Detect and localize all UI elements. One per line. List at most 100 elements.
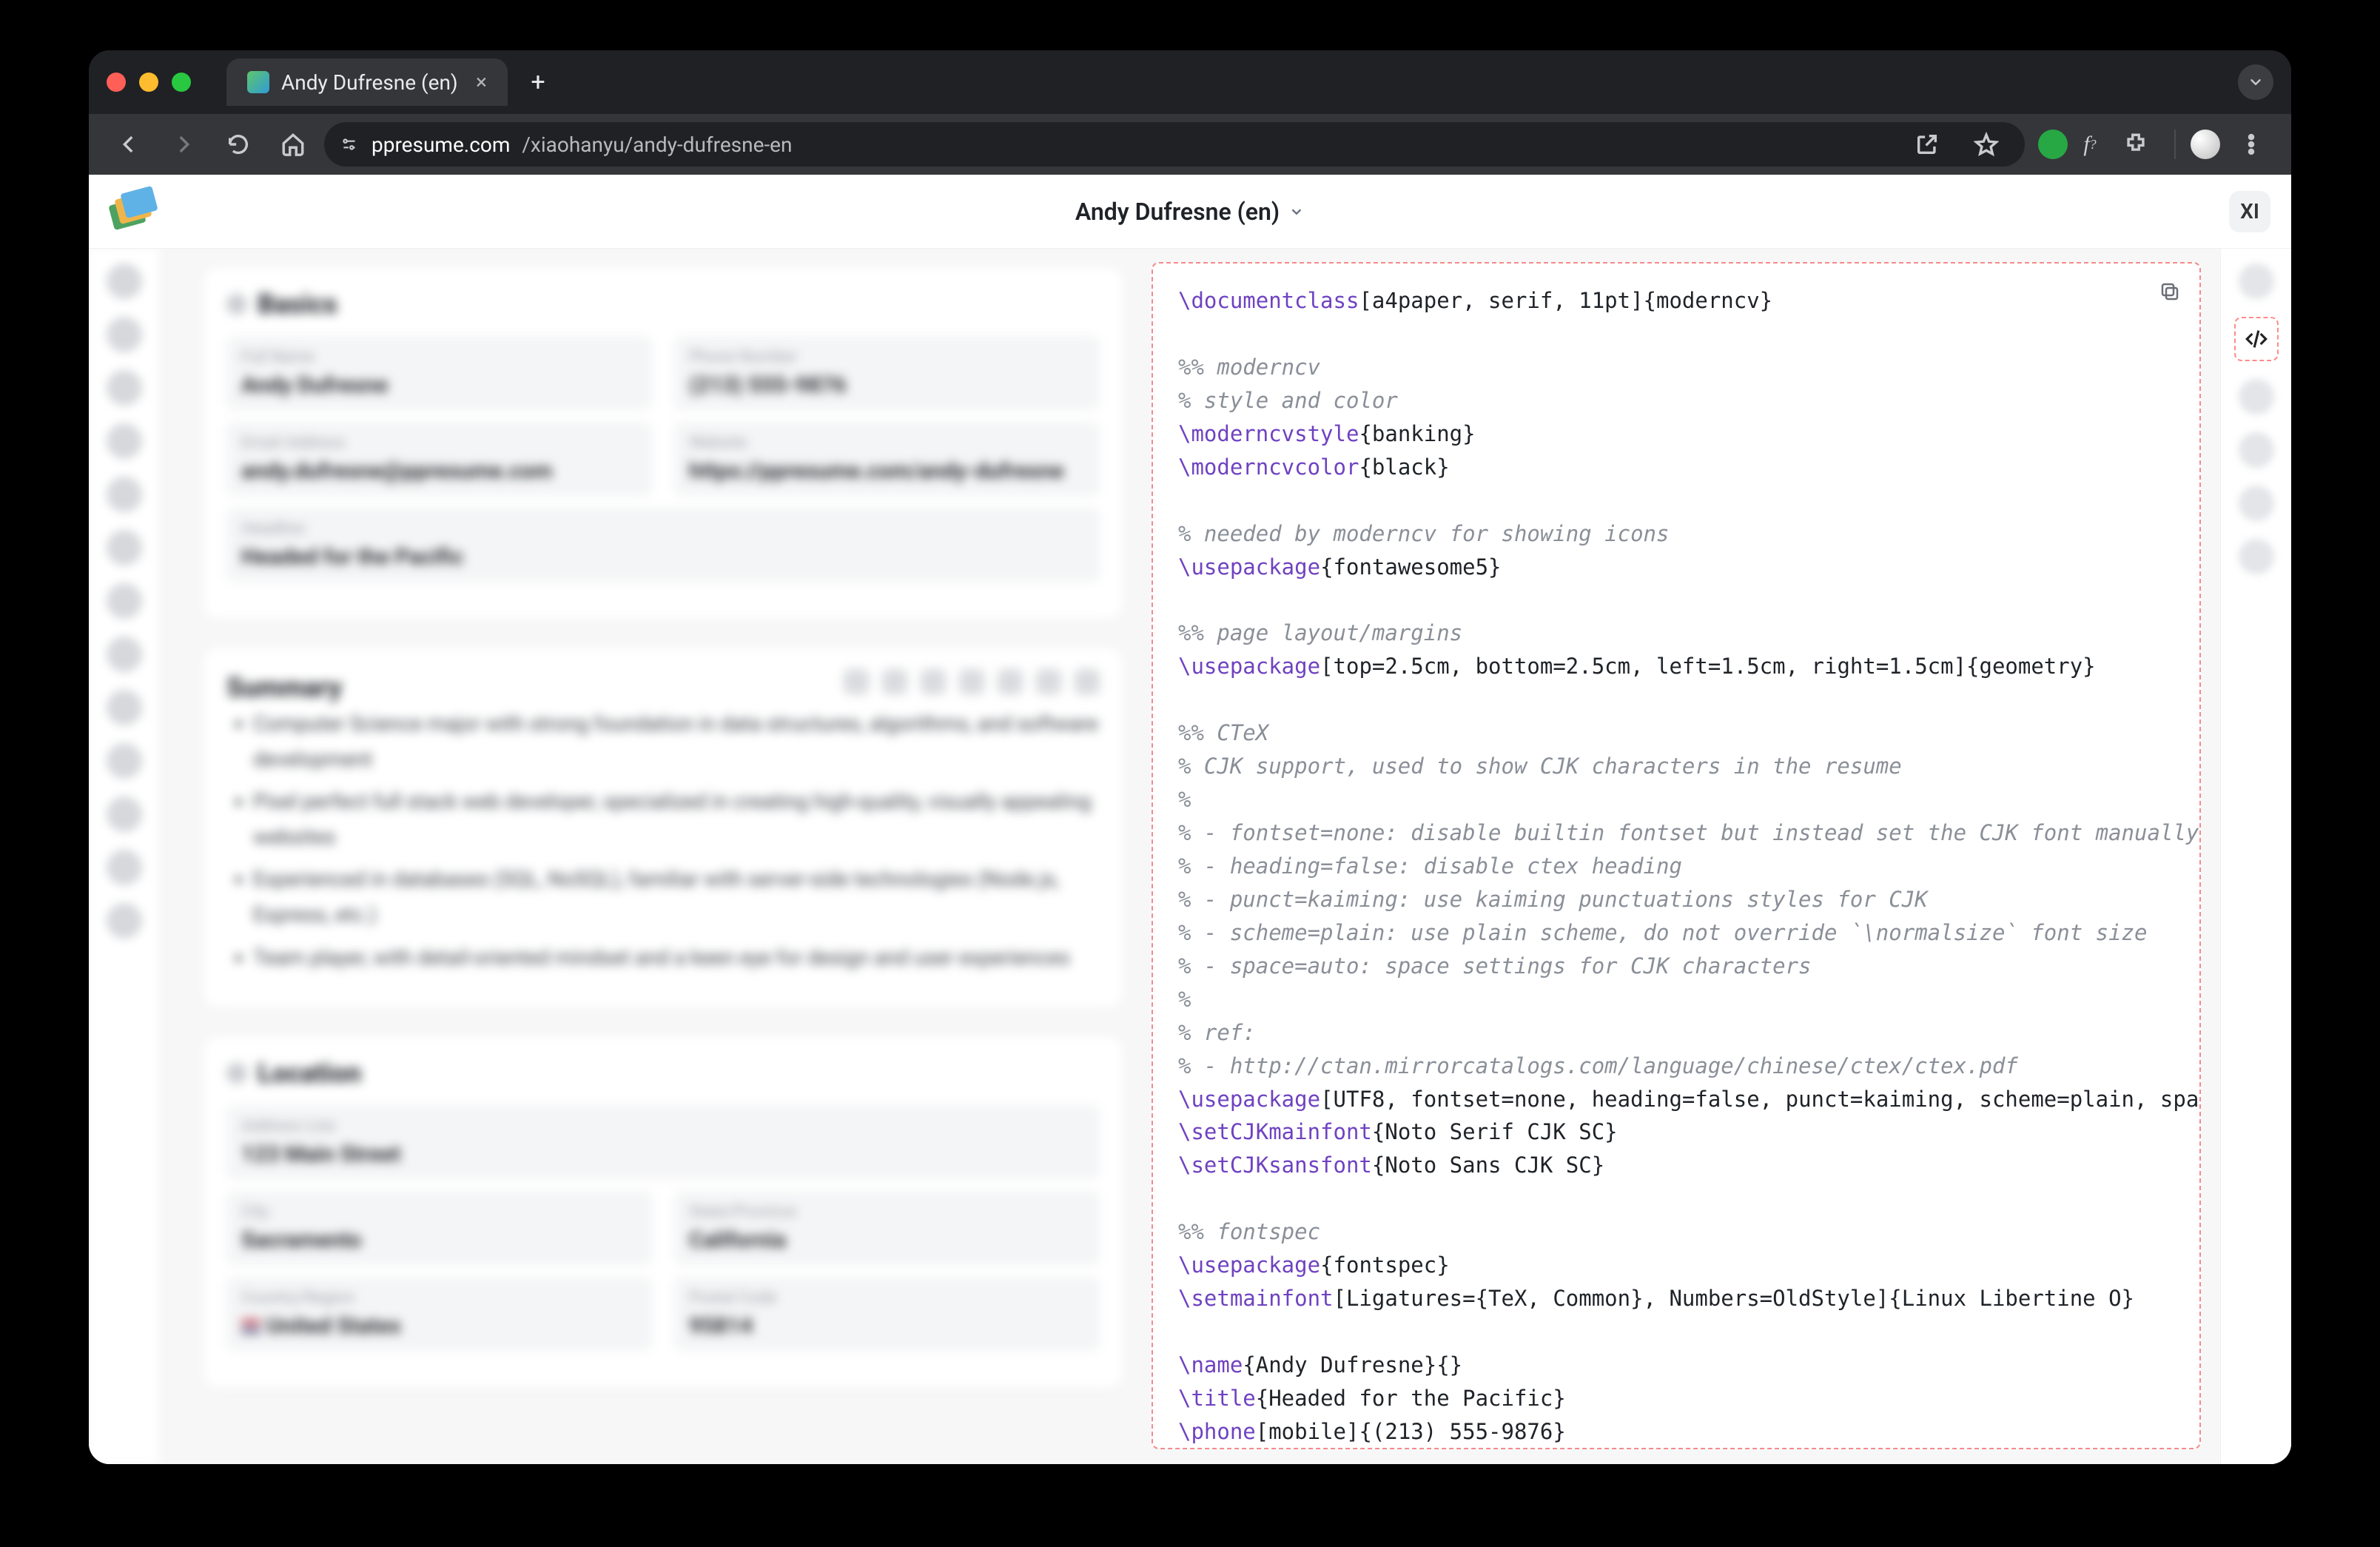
state-field[interactable]: State/Province California xyxy=(674,1191,1100,1265)
field-value: andy.dufresne@ppresume.com xyxy=(241,458,637,484)
tab-overflow-button[interactable] xyxy=(2238,64,2273,100)
city-field[interactable]: City Sacramento xyxy=(226,1191,652,1265)
extension-badge-2[interactable]: f? xyxy=(2075,130,2105,159)
window-controls xyxy=(107,73,191,92)
nav-item[interactable] xyxy=(2239,264,2274,299)
nav-item[interactable] xyxy=(107,583,142,619)
bold-icon[interactable] xyxy=(844,669,869,694)
field-value: https://ppresume.com/andy-dufresne xyxy=(689,458,1085,484)
field-label: Address Line xyxy=(241,1117,1085,1135)
nav-item[interactable] xyxy=(2239,539,2274,574)
headline-field[interactable]: Headline Headed for the Pacific xyxy=(226,508,1100,582)
nav-item[interactable] xyxy=(107,530,142,566)
document-title-dropdown[interactable]: Andy Dufresne (en) xyxy=(1075,198,1305,226)
pin-icon xyxy=(226,1063,247,1084)
nav-item[interactable] xyxy=(107,423,142,459)
summary-heading: Summary xyxy=(226,672,342,703)
user-badge[interactable]: XI xyxy=(2229,191,2270,232)
app-logo[interactable] xyxy=(110,191,151,232)
summary-list[interactable]: Computer Science major with strong found… xyxy=(226,706,1100,975)
postal-field[interactable]: Postal Code 95814 xyxy=(674,1277,1100,1351)
field-label: Website xyxy=(689,434,1085,452)
bookmark-icon[interactable] xyxy=(1963,121,2010,168)
site-settings-icon[interactable] xyxy=(339,134,360,155)
summary-item: Computer Science major with strong found… xyxy=(253,706,1100,776)
app-header: Andy Dufresne (en) XI xyxy=(89,175,2291,249)
close-window-button[interactable] xyxy=(107,73,126,92)
strike-icon[interactable] xyxy=(959,669,984,694)
field-value: 123 Main Street xyxy=(241,1141,1085,1167)
nav-item[interactable] xyxy=(107,264,142,299)
phone-field[interactable]: Phone Number (213) 555-9876 xyxy=(674,336,1100,410)
field-label: Country/Region xyxy=(241,1289,637,1307)
full-name-field[interactable]: Full Name Andy Dufresne xyxy=(226,336,652,410)
new-tab-button[interactable]: + xyxy=(521,65,555,99)
browser-window: Andy Dufresne (en) × + ppresume.com/xiao… xyxy=(89,50,2291,1464)
extension-badge-1[interactable] xyxy=(2038,130,2068,159)
website-field[interactable]: Website https://ppresume.com/andy-dufres… xyxy=(674,422,1100,496)
summary-toolbar xyxy=(844,669,1100,694)
right-nav xyxy=(2220,249,2291,1464)
kebab-menu-icon[interactable] xyxy=(2228,121,2275,168)
back-button[interactable] xyxy=(105,121,152,168)
email-field[interactable]: Email Address andy.dufresne@ppresume.com xyxy=(226,422,652,496)
browser-tab[interactable]: Andy Dufresne (en) × xyxy=(226,58,508,106)
field-label: City xyxy=(241,1203,637,1221)
nav-item[interactable] xyxy=(107,370,142,406)
nav-item[interactable] xyxy=(107,796,142,832)
summary-card: Summary xyxy=(204,648,1122,1007)
nav-item[interactable] xyxy=(107,317,142,352)
forward-button[interactable] xyxy=(160,121,207,168)
profile-avatar[interactable] xyxy=(2191,130,2220,159)
copy-button[interactable] xyxy=(2155,277,2185,306)
nav-item[interactable] xyxy=(2239,379,2274,415)
nav-item[interactable] xyxy=(2239,432,2274,468)
chevron-down-icon xyxy=(1288,204,1305,220)
nav-item[interactable] xyxy=(107,637,142,672)
field-label: State/Province xyxy=(689,1203,1085,1221)
main-area: Basics Full Name Andy Dufresne Phone Num… xyxy=(160,249,2220,1464)
country-field[interactable]: Country/Region United States xyxy=(226,1277,652,1351)
minimize-window-button[interactable] xyxy=(139,73,158,92)
extensions-icon[interactable] xyxy=(2112,121,2159,168)
form-column: Basics Full Name Andy Dufresne Phone Num… xyxy=(204,249,1122,1464)
maximize-window-button[interactable] xyxy=(172,73,191,92)
location-heading: Location xyxy=(258,1058,361,1089)
latex-code[interactable]: \documentclass[a4paper, serif, 11pt]{mod… xyxy=(1153,264,2199,1449)
summary-item: Team player, with detail-oriented mindse… xyxy=(253,940,1100,976)
field-label: Postal Code xyxy=(689,1289,1085,1307)
nav-item[interactable] xyxy=(107,743,142,779)
home-button[interactable] xyxy=(269,121,317,168)
underline-icon[interactable] xyxy=(921,669,946,694)
location-card: Location Address Line 123 Main Street Ci… xyxy=(204,1037,1122,1388)
browser-toolbar: ppresume.com/xiaohanyu/andy-dufresne-en … xyxy=(89,114,2291,175)
field-value: United States xyxy=(241,1313,637,1339)
address-field[interactable]: Address Line 123 Main Street xyxy=(226,1105,1100,1179)
list-icon[interactable] xyxy=(998,669,1023,694)
italic-icon[interactable] xyxy=(882,669,907,694)
nav-item[interactable] xyxy=(107,477,142,512)
titlebar: Andy Dufresne (en) × + xyxy=(89,50,2291,114)
tab-close-icon[interactable]: × xyxy=(476,72,487,93)
more-icon[interactable] xyxy=(1075,669,1100,694)
view-code-button[interactable] xyxy=(2234,317,2279,361)
tab-favicon xyxy=(247,71,269,93)
document-title: Andy Dufresne (en) xyxy=(1075,198,1280,226)
link-icon[interactable] xyxy=(1036,669,1061,694)
latex-source-panel: \documentclass[a4paper, serif, 11pt]{mod… xyxy=(1152,262,2201,1449)
field-value: Andy Dufresne xyxy=(241,372,637,398)
nav-item[interactable] xyxy=(107,850,142,885)
address-bar[interactable]: ppresume.com/xiaohanyu/andy-dufresne-en xyxy=(324,122,2025,167)
reload-button[interactable] xyxy=(215,121,262,168)
nav-item[interactable] xyxy=(107,690,142,725)
open-external-icon[interactable] xyxy=(1903,121,1951,168)
field-label: Email Address xyxy=(241,434,637,452)
summary-item: Experienced in databases (SQL, NoSQL), f… xyxy=(253,862,1100,932)
nav-item[interactable] xyxy=(2239,486,2274,521)
left-nav xyxy=(89,249,160,1464)
field-value: Headed for the Pacific xyxy=(241,544,1085,570)
nav-item[interactable] xyxy=(107,903,142,939)
field-label: Phone Number xyxy=(689,348,1085,366)
app-page: Andy Dufresne (en) XI xyxy=(89,175,2291,1464)
field-value: (213) 555-9876 xyxy=(689,372,1085,398)
